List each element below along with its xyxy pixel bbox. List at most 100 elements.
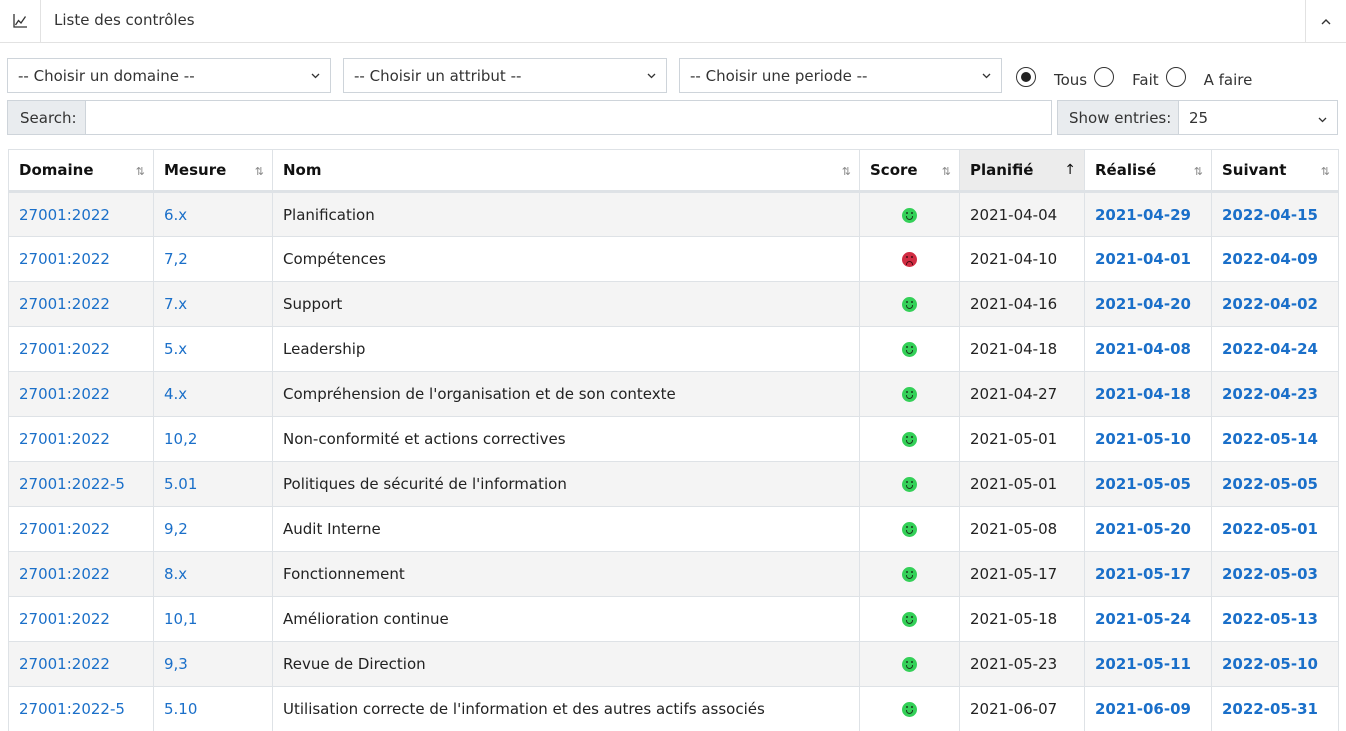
collapse-button[interactable] [1305,0,1346,42]
domaine-link[interactable]: 27001:2022 [19,295,110,313]
table-row: 27001:2022-5 5.01 Politiques de sécurité d… [8,461,1339,507]
cell-domaine: 27001:2022 [8,371,154,417]
score-link[interactable] [902,520,917,538]
suivant-link[interactable]: 2022-04-09 [1222,250,1318,268]
cell-score [859,596,960,642]
score-link[interactable] [902,610,917,628]
radio-a-faire[interactable] [1165,67,1186,87]
smiley-good-icon [902,522,917,537]
suivant-link[interactable]: 2022-05-05 [1222,475,1318,493]
realise-link[interactable]: 2021-06-09 [1095,700,1191,718]
realise-link[interactable]: 2021-04-29 [1095,206,1191,224]
score-link[interactable] [902,475,917,493]
cell-score [859,641,960,687]
col-header-suivant[interactable]: Suivant ⇅ [1211,149,1339,193]
cell-mesure: 10,2 [153,416,273,462]
realise-link[interactable]: 2021-04-18 [1095,385,1191,403]
domaine-link[interactable]: 27001:2022 [19,385,110,403]
domaine-link[interactable]: 27001:2022 [19,565,110,583]
suivant-link[interactable]: 2022-05-31 [1222,700,1318,718]
suivant-link[interactable]: 2022-05-01 [1222,520,1318,538]
radio-fait[interactable] [1094,67,1115,87]
cell-score [859,551,960,597]
cell-planifie: 2021-04-27 [959,371,1085,417]
score-link[interactable] [902,655,917,673]
col-header-domaine[interactable]: Domaine ⇅ [8,149,154,193]
suivant-link[interactable]: 2022-04-02 [1222,295,1318,313]
cell-mesure: 9,3 [153,641,273,687]
realise-link[interactable]: 2021-05-20 [1095,520,1191,538]
domaine-link[interactable]: 27001:2022 [19,340,110,358]
smiley-good-icon [902,342,917,357]
radio-tous[interactable] [1016,67,1036,87]
mesure-link[interactable]: 9,2 [164,520,188,538]
suivant-link[interactable]: 2022-04-23 [1222,385,1318,403]
table-row: 27001:2022 9,3 Revue de Direction 2021-05-2… [8,641,1339,687]
domaine-link[interactable]: 27001:2022 [19,206,110,224]
score-link[interactable] [902,565,917,583]
table-header-row: Domaine ⇅ Mesure ⇅ Nom ⇅ Score ⇅ Planifié ↑ R… [8,149,1339,193]
mesure-link[interactable]: 9,3 [164,655,188,673]
chevron-down-icon [1318,109,1327,127]
mesure-link[interactable]: 6.x [164,206,187,224]
col-header-realise[interactable]: Réalisé ⇅ [1084,149,1212,193]
mesure-link[interactable]: 5.01 [164,475,197,493]
domain-select[interactable]: -- Choisir un domaine -- [7,58,331,93]
mesure-link[interactable]: 4.x [164,385,187,403]
mesure-link[interactable]: 7.x [164,295,187,313]
domaine-link[interactable]: 27001:2022 [19,520,110,538]
realise-link[interactable]: 2021-05-10 [1095,430,1191,448]
period-select[interactable]: -- Choisir une periode -- [679,58,1002,93]
mesure-link[interactable]: 5.x [164,340,187,358]
domaine-link[interactable]: 27001:2022-5 [19,475,125,493]
suivant-link[interactable]: 2022-04-15 [1222,206,1318,224]
cell-mesure: 8.x [153,551,273,597]
mesure-link[interactable]: 5.10 [164,700,197,718]
suivant-link[interactable]: 2022-05-03 [1222,565,1318,583]
realise-link[interactable]: 2021-04-20 [1095,295,1191,313]
realise-link[interactable]: 2021-05-17 [1095,565,1191,583]
cell-nom: Leadership [272,326,860,372]
score-link[interactable] [902,430,917,448]
cell-mesure: 7.x [153,281,273,327]
mesure-link[interactable]: 10,1 [164,610,197,628]
suivant-link[interactable]: 2022-05-10 [1222,655,1318,673]
radio-tous-label: Tous [1054,71,1088,89]
score-link[interactable] [902,700,917,718]
cell-nom: Audit Interne [272,506,860,552]
domaine-link[interactable]: 27001:2022 [19,655,110,673]
realise-link[interactable]: 2021-04-01 [1095,250,1191,268]
mesure-link[interactable]: 10,2 [164,430,197,448]
cell-suivant: 2022-05-14 [1211,416,1339,462]
domaine-link[interactable]: 27001:2022 [19,430,110,448]
mesure-link[interactable]: 8.x [164,565,187,583]
realise-link[interactable]: 2021-05-24 [1095,610,1191,628]
score-link[interactable] [902,295,917,313]
suivant-link[interactable]: 2022-05-13 [1222,610,1318,628]
realise-link[interactable]: 2021-05-11 [1095,655,1191,673]
domain-select-value: -- Choisir un domaine -- [18,66,195,85]
col-header-nom[interactable]: Nom ⇅ [272,149,860,193]
domaine-link[interactable]: 27001:2022 [19,250,110,268]
realise-link[interactable]: 2021-04-08 [1095,340,1191,358]
suivant-link[interactable]: 2022-04-24 [1222,340,1318,358]
domaine-link[interactable]: 27001:2022-5 [19,700,125,718]
cell-realise: 2021-04-29 [1084,191,1212,237]
search-input[interactable] [86,101,1051,134]
domaine-link[interactable]: 27001:2022 [19,610,110,628]
col-header-planifie[interactable]: Planifié ↑ [959,149,1085,193]
attribute-select[interactable]: -- Choisir un attribut -- [343,58,667,93]
score-link[interactable] [902,206,917,224]
cell-realise: 2021-05-11 [1084,641,1212,687]
score-link[interactable] [902,340,917,358]
col-header-mesure[interactable]: Mesure ⇅ [153,149,273,193]
score-link[interactable] [902,250,917,268]
cell-nom: Utilisation correcte de l'information et… [272,686,860,731]
score-link[interactable] [902,385,917,403]
suivant-link[interactable]: 2022-05-14 [1222,430,1318,448]
col-header-score[interactable]: Score ⇅ [859,149,960,193]
realise-link[interactable]: 2021-05-05 [1095,475,1191,493]
radio-fait-label: Fait [1132,71,1159,89]
mesure-link[interactable]: 7,2 [164,250,188,268]
entries-select[interactable]: 25 [1179,101,1337,134]
